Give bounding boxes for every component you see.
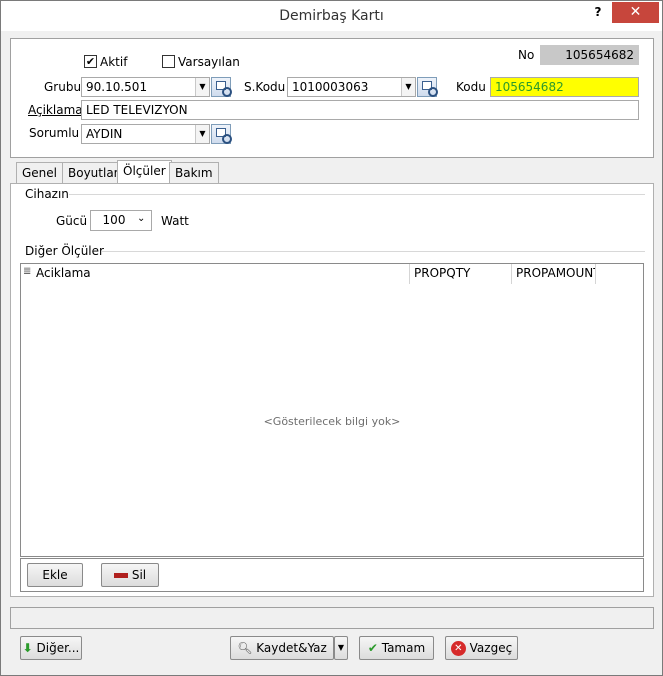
skodu-lookup-icon[interactable]: [417, 77, 438, 97]
gucu-label: Gücü: [56, 214, 88, 228]
grid-empty-text: <Gösterilecek bilgi yok>: [263, 415, 401, 428]
kaydet-yaz-button[interactable]: 🔍︎ Kaydet&Yaz: [230, 636, 334, 660]
tab-olculer[interactable]: Ölçüler: [117, 160, 172, 184]
grubu-label: Grubu: [44, 80, 82, 94]
diger-label: Diğer...: [36, 641, 80, 655]
checkmark-icon: ✔: [367, 641, 378, 655]
aktif-label: Aktif: [100, 55, 128, 69]
skodu-dropdown-icon[interactable]: ▼: [401, 78, 415, 96]
sorumlu-lookup-icon[interactable]: [211, 124, 232, 144]
aciklama-field[interactable]: LED TELEVIZYON: [81, 100, 639, 120]
kaydet-yaz-label: Kaydet&Yaz: [256, 641, 327, 655]
cancel-icon: ✕: [450, 641, 466, 656]
title-bar: Demirbaş Kartı ? ✕: [1, 1, 662, 31]
diger-group-title: Diğer Ölçüler: [25, 244, 104, 258]
kaydet-dropdown-button[interactable]: ▼: [334, 636, 348, 660]
tamam-button[interactable]: ✔ Tamam: [359, 636, 434, 660]
grid-col-propamount[interactable]: PROPAMOUNT: [512, 264, 596, 284]
tab-boyutlar[interactable]: Boyutlar: [62, 162, 125, 183]
header-panel: ✔ Aktif Varsayılan No 105654682 Grubu 90…: [10, 38, 654, 158]
vazgec-label: Vazgeç: [469, 641, 513, 655]
grid-menu-icon[interactable]: ≣: [23, 266, 31, 277]
kodu-label: Kodu: [456, 80, 486, 94]
tab-genel[interactable]: Genel: [16, 162, 64, 183]
sorumlu-label: Sorumlu: [29, 126, 80, 140]
skodu-field[interactable]: 1010003063: [287, 77, 416, 97]
varsayilan-checkbox[interactable]: [162, 55, 175, 68]
arrow-down-icon: ⬇: [22, 641, 33, 655]
window-title: Demirbaş Kartı: [279, 8, 384, 24]
kodu-field[interactable]: 105654682: [490, 77, 639, 97]
sil-label: Sil: [131, 568, 147, 582]
help-button[interactable]: ?: [592, 5, 604, 19]
vazgec-button[interactable]: ✕ Vazgeç: [445, 636, 518, 660]
diger-grid: <Gösterilecek bilgi yok>: [20, 263, 644, 557]
dialog-window: Demirbaş Kartı ? ✕ ✔ Aktif Varsayılan No…: [0, 0, 663, 676]
grid-col-aciklama[interactable]: Aciklama: [32, 264, 410, 284]
diger-button[interactable]: ⬇ Diğer...: [20, 636, 82, 660]
status-bar: [10, 607, 654, 629]
cihazin-group-title: Cihazın: [25, 187, 69, 201]
tamam-label: Tamam: [381, 641, 426, 655]
ekle-button[interactable]: Ekle: [27, 563, 83, 587]
no-label: No: [518, 48, 535, 62]
varsayilan-label: Varsayılan: [178, 55, 240, 69]
grubu-field[interactable]: 90.10.501: [81, 77, 210, 97]
aciklama-label: Açiklama: [28, 103, 83, 117]
sil-button[interactable]: Sil: [101, 563, 159, 587]
print-preview-icon: 🔍︎: [237, 641, 253, 655]
sorumlu-dropdown-icon[interactable]: ▼: [195, 125, 209, 143]
grubu-lookup-icon[interactable]: [211, 77, 232, 97]
grid-col-propqty[interactable]: PROPQTY: [410, 264, 512, 284]
watt-unit: Watt: [161, 214, 189, 228]
diger-group-line: [102, 251, 645, 252]
cihazin-group-line: [69, 194, 645, 195]
gucu-chevron-down-icon[interactable]: ⌄: [137, 213, 145, 224]
minus-icon: [113, 573, 128, 578]
sorumlu-field[interactable]: AYDIN: [81, 124, 210, 144]
skodu-label: S.Kodu: [244, 80, 286, 94]
tab-bakim[interactable]: Bakım: [169, 162, 219, 183]
grubu-dropdown-icon[interactable]: ▼: [195, 78, 209, 96]
close-button[interactable]: ✕: [612, 2, 659, 23]
aktif-checkbox[interactable]: ✔: [84, 55, 97, 68]
no-field: 105654682: [540, 45, 639, 65]
